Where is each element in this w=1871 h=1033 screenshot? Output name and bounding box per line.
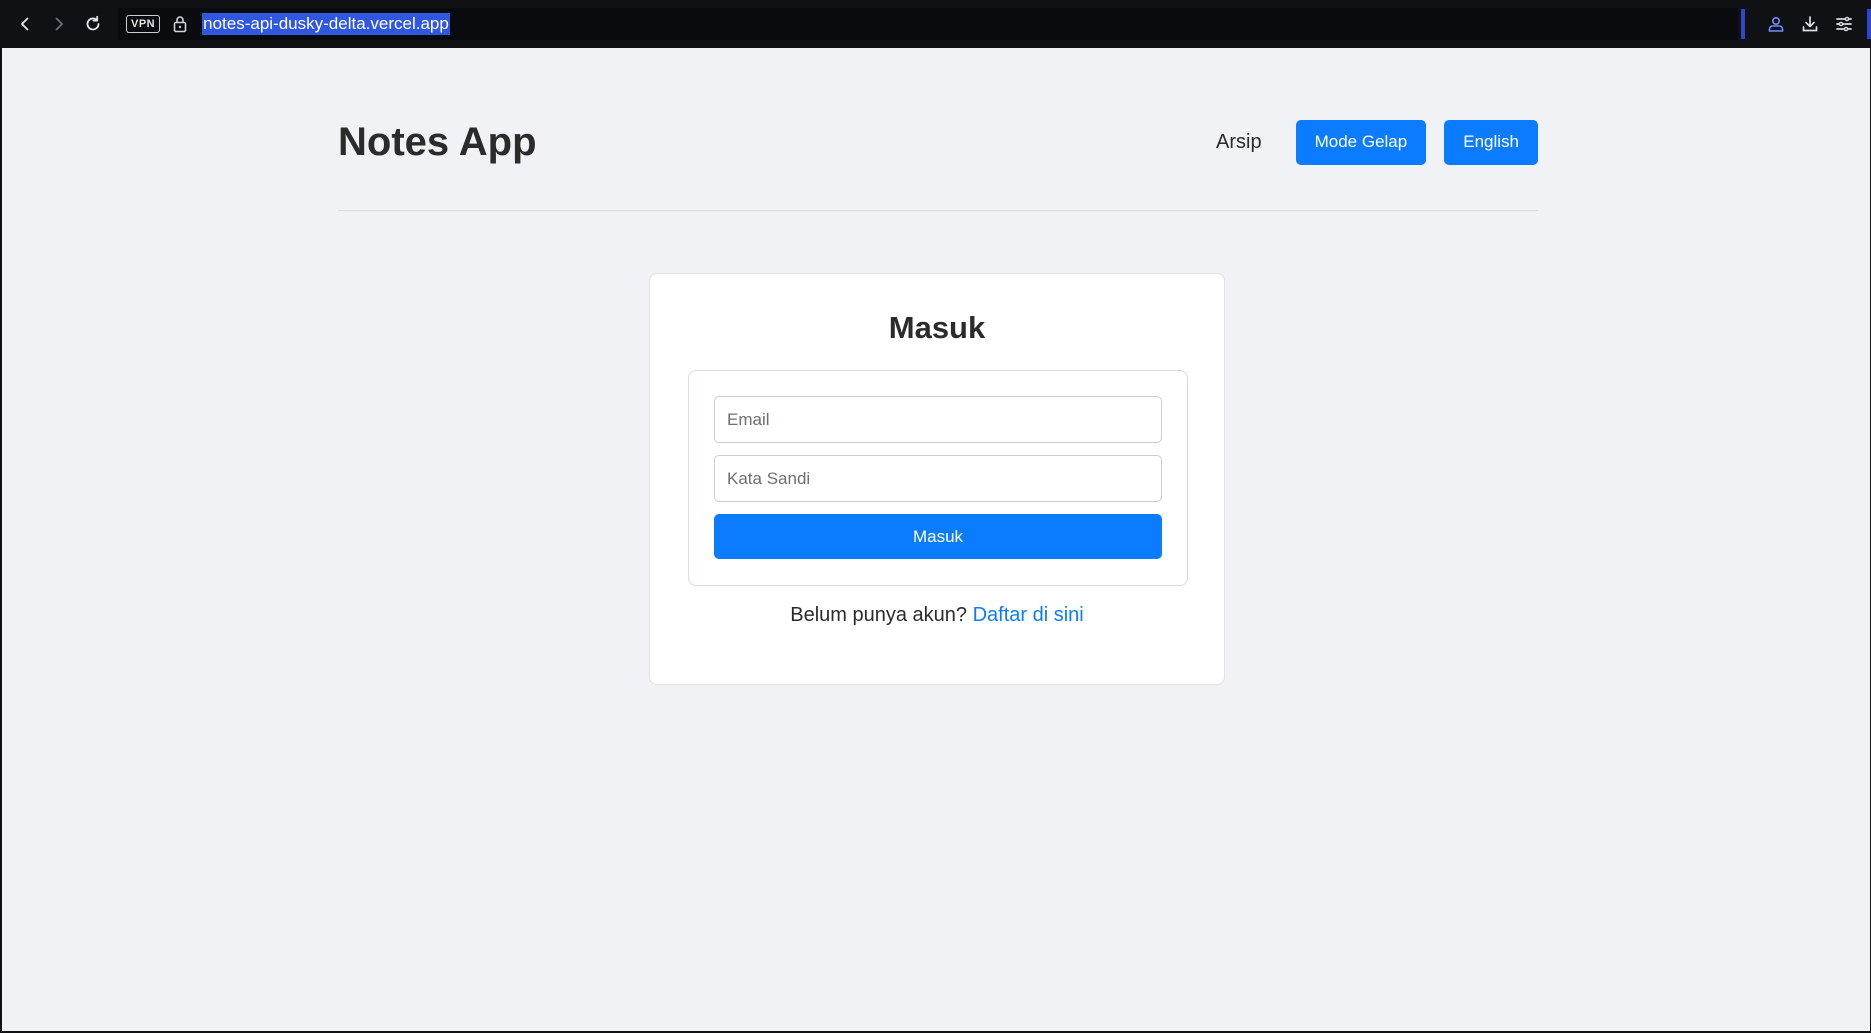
url-text[interactable]: notes-api-dusky-delta.vercel.app (202, 13, 450, 35)
browser-toolbar: VPN notes-api-dusky-delta.vercel.app (0, 0, 1871, 48)
address-bar[interactable]: VPN notes-api-dusky-delta.vercel.app (118, 8, 1738, 40)
accent-bar-end (1867, 9, 1871, 39)
register-link[interactable]: Daftar di sini (973, 604, 1084, 626)
login-title: Masuk (888, 310, 986, 345)
download-icon[interactable] (1793, 8, 1827, 40)
reload-icon[interactable] (76, 7, 110, 41)
login-card: Masuk Masuk Belum punya akun? Daftar di … (649, 273, 1225, 685)
register-prompt-text: Belum punya akun? (790, 604, 973, 626)
header-nav: Arsip Mode Gelap English (1216, 119, 1538, 165)
email-field[interactable] (714, 396, 1162, 443)
register-prompt: Belum punya akun? Daftar di sini (650, 604, 1224, 627)
dark-mode-button[interactable]: Mode Gelap (1295, 119, 1427, 165)
page-viewport: Notes App Arsip Mode Gelap English Masuk… (2, 48, 1870, 1031)
app-header: Notes App Arsip Mode Gelap English (338, 118, 1538, 211)
login-submit-button[interactable]: Masuk (714, 514, 1162, 559)
lock-icon[interactable] (172, 15, 188, 33)
archive-link[interactable]: Arsip (1216, 131, 1262, 154)
profile-icon[interactable] (1759, 8, 1793, 40)
forward-icon[interactable] (42, 7, 76, 41)
accent-bar (1741, 9, 1745, 39)
password-field[interactable] (714, 455, 1162, 502)
back-icon[interactable] (8, 7, 42, 41)
app-title[interactable]: Notes App (338, 120, 537, 165)
login-form: Masuk (688, 370, 1188, 586)
toolbar-right (1741, 8, 1871, 40)
language-button[interactable]: English (1444, 119, 1538, 165)
vpn-badge[interactable]: VPN (126, 15, 161, 33)
menu-icon[interactable] (1827, 8, 1861, 40)
browser-window: VPN notes-api-dusky-delta.vercel.app Not… (0, 0, 1871, 1033)
